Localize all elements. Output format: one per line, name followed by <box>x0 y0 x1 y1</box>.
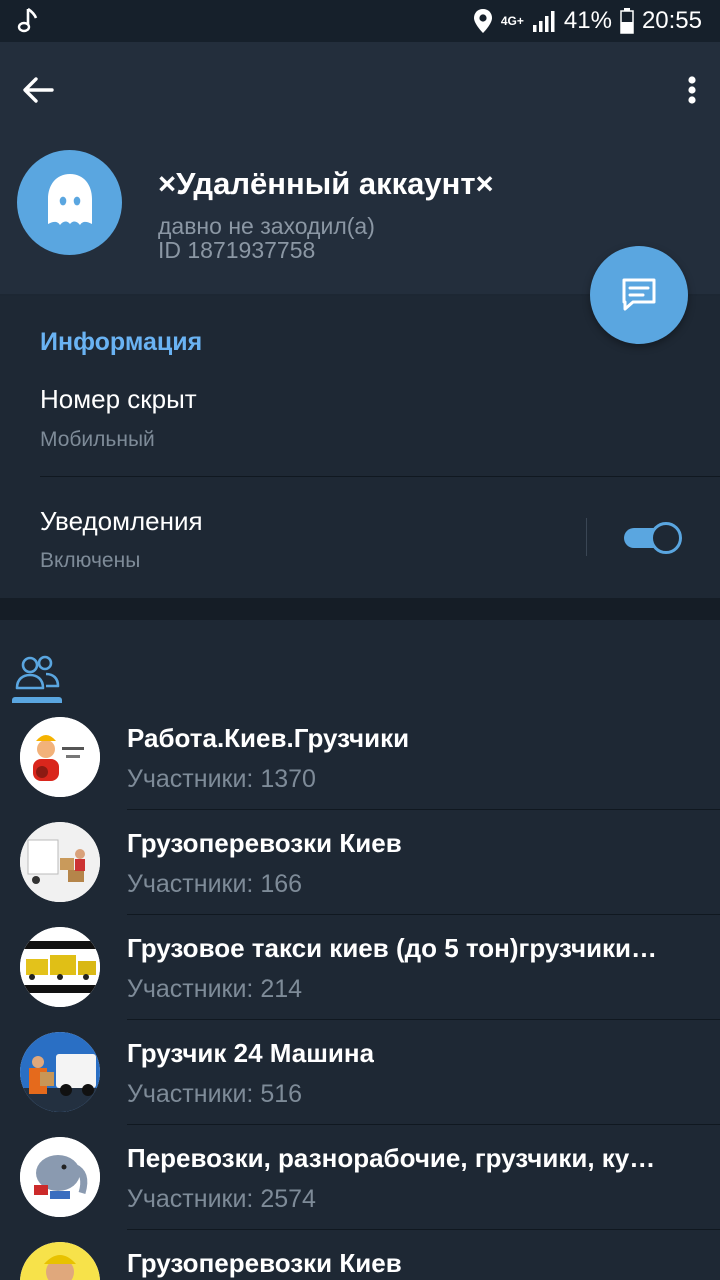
group-avatar <box>20 1137 100 1217</box>
section-gap <box>0 598 720 620</box>
avatar[interactable] <box>17 150 122 255</box>
group-members: Участники: 1370 <box>127 765 316 793</box>
group-members: Участники: 2574 <box>127 1185 316 1213</box>
group-members: Участники: 516 <box>127 1080 303 1108</box>
elephant-mover-image <box>20 1137 100 1217</box>
group-title: Грузовое такси киев (до 5 тон)грузчики… <box>127 933 658 963</box>
group-title: Грузоперевозки Киев <box>127 1248 402 1278</box>
group-title: Грузчик 24 Машина <box>127 1038 375 1068</box>
notifications-title: Уведомления <box>40 506 203 536</box>
group-title: Перевозки, разнорабочие, грузчики, ку… <box>127 1143 656 1173</box>
truck-boxes-image <box>20 822 100 902</box>
phone-subtitle: Мобильный <box>40 428 155 451</box>
battery-icon <box>620 8 634 34</box>
notifications-subtitle: Включены <box>40 549 141 572</box>
more-vertical-icon[interactable] <box>682 70 702 110</box>
groups-section: Работа.Киев.Грузчики Участники: 1370 Гру… <box>0 620 720 1280</box>
group-members: Участники: 166 <box>127 870 303 898</box>
screen: 4G+ 41% 20:55 ×Удалённый аккаунт× давно … <box>0 0 720 1280</box>
send-message-button[interactable] <box>590 246 688 344</box>
ghost-icon <box>47 173 92 225</box>
mover-cartoon-image <box>20 1242 100 1280</box>
yellow-trucks-image <box>20 927 100 1007</box>
group-item[interactable]: Грузоперевозки Киев Участники: 166 <box>0 810 720 915</box>
phone-title: Номер скрыт <box>40 384 197 414</box>
group-item[interactable]: Грузовое такси киев (до 5 тон)грузчики… … <box>0 915 720 1020</box>
tab-indicator <box>12 697 62 703</box>
group-avatar <box>20 717 100 797</box>
group-title: Грузоперевозки Киев <box>127 828 402 858</box>
group-avatar <box>20 822 100 902</box>
network-type: 4G+ <box>500 14 524 28</box>
van-mover-image <box>20 1032 100 1112</box>
clock: 20:55 <box>641 7 702 34</box>
message-icon <box>622 278 656 311</box>
music-note-icon <box>17 7 38 33</box>
group-item[interactable]: Работа.Киев.Грузчики Участники: 1370 <box>0 705 720 810</box>
signal-icon <box>532 11 555 32</box>
battery-percent: 41% <box>563 7 612 34</box>
group-members: Участники: 214 <box>127 975 303 1003</box>
status-bar: 4G+ 41% 20:55 <box>0 0 720 42</box>
group-title: Работа.Киев.Грузчики <box>127 723 410 753</box>
divider <box>40 476 720 477</box>
toggle-knob <box>650 522 682 554</box>
notifications-toggle[interactable] <box>622 522 684 554</box>
last-seen-text: давно не заходил(а) <box>158 213 375 239</box>
group-avatar <box>20 1242 100 1280</box>
group-avatar <box>20 927 100 1007</box>
info-heading: Информация <box>40 328 203 356</box>
mover-logo-image <box>20 717 100 797</box>
location-icon <box>473 9 492 33</box>
group-avatar <box>20 1032 100 1112</box>
group-item[interactable]: Грузчик 24 Машина Участники: 516 <box>0 1020 720 1125</box>
info-section: Информация Номер скрыт Мобильный Уведомл… <box>0 296 720 598</box>
group-item[interactable]: Перевозки, разнорабочие, грузчики, ку… У… <box>0 1125 720 1230</box>
profile-id: ID 1871937758 <box>158 237 316 263</box>
vertical-separator <box>586 518 587 556</box>
profile-name: ×Удалённый аккаунт× <box>158 166 494 201</box>
back-arrow-icon[interactable] <box>18 70 58 110</box>
group-item[interactable]: Грузоперевозки Киев <box>0 1230 720 1280</box>
